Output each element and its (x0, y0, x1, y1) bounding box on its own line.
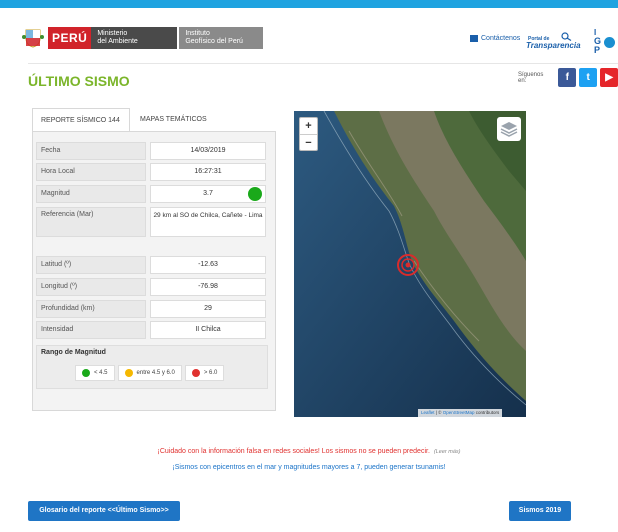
map-attribution: Leaflet | © OpenStreetMap contributors (418, 409, 503, 417)
intensidad-label: Intensidad (36, 321, 146, 339)
green-dot-icon (82, 369, 90, 377)
yellow-dot-icon (124, 369, 133, 377)
glosario-button[interactable]: Glosario del reporte <<Último Sismo>> (28, 501, 180, 521)
magnitude-legend: < 4.5 entre 4.5 y 6.0 > 6.0 (75, 365, 227, 381)
government-logo[interactable]: PERÚ Ministerio del Ambiente Instituto G… (22, 27, 264, 49)
epicenter-marker-core (405, 262, 411, 268)
twitter-icon[interactable]: t (579, 68, 598, 87)
legend-item-mid: entre 4.5 y 6.0 (117, 365, 182, 381)
map-zoom-control: + − (299, 117, 318, 151)
fecha-label: Fecha (36, 142, 146, 160)
legend-mid-label: entre 4.5 y 6.0 (136, 370, 175, 376)
contact-label: Contáctenos (481, 35, 521, 42)
tab-reporte-sismico[interactable]: REPORTE SÍSMICO 144 (32, 108, 130, 132)
legend-low-label: < 4.5 (94, 370, 108, 376)
attribution-separator: | © (434, 410, 443, 415)
red-dot-icon (191, 369, 200, 377)
map-graphic (294, 111, 526, 417)
magnitude-range: Rango de Magnitud < 4.5 entre 4.5 y 6.0 … (36, 345, 268, 389)
site-header: PERÚ Ministerio del Ambiente Instituto G… (0, 8, 618, 63)
intensidad-value: II Chilca (150, 321, 266, 339)
zoom-in-button[interactable]: + (300, 118, 317, 134)
magnitude-color-icon (248, 187, 262, 201)
fecha-value: 14/03/2019 (150, 142, 266, 160)
hora-label: Hora Local (36, 163, 146, 181)
latitud-value: -12.63 (150, 256, 266, 274)
globe-icon (604, 37, 615, 48)
legend-high-label: > 6.0 (203, 370, 218, 376)
institute-line-1: Instituto (185, 30, 210, 37)
igp-letter-p: P (594, 45, 601, 55)
hora-value: 16:27:31 (150, 163, 266, 181)
ministry-label: Ministerio del Ambiente (91, 27, 178, 49)
contact-link[interactable]: Contáctenos (470, 35, 520, 42)
profundidad-value: 29 (150, 300, 266, 318)
tab-mapas-tematicos[interactable]: MAPAS TEMÁTICOS (130, 108, 220, 132)
warning-text: ¡Cuidado con la información falsa en red… (157, 448, 430, 455)
social-links: Síguenos en: f t ▶ (518, 68, 618, 87)
report-tabs: REPORTE SÍSMICO 144 MAPAS TEMÁTICOS (32, 108, 220, 132)
peru-label: PERÚ (48, 27, 92, 49)
leaflet-link[interactable]: Leaflet (421, 410, 435, 415)
header-divider (28, 63, 618, 64)
top-accent-bar (0, 0, 618, 8)
envelope-icon (470, 35, 478, 42)
epicenter-map[interactable] (294, 111, 526, 417)
transparency-portal-link[interactable]: Portal de Transparencia (526, 30, 581, 52)
attribution-end: contributors (474, 410, 500, 415)
social-label: Síguenos en: (518, 71, 544, 84)
read-more-link[interactable]: (Leer más) (434, 449, 461, 455)
longitud-value: -76.98 (150, 278, 266, 296)
profundidad-label: Profundidad (km) (36, 300, 146, 318)
igp-logo[interactable]: I G P (594, 28, 618, 55)
legend-item-high: > 6.0 (184, 365, 225, 381)
ministry-line-1: Ministerio (97, 30, 128, 37)
institute-line-2: Geofísico del Perú (185, 38, 243, 45)
legend-item-low: < 4.5 (75, 365, 115, 381)
facebook-icon[interactable]: f (558, 68, 577, 87)
ministry-line-2: del Ambiente (97, 38, 138, 45)
page: PERÚ Ministerio del Ambiente Instituto G… (0, 0, 618, 532)
latitud-label: Latitud (º) (36, 256, 146, 274)
referencia-label: Referencia (Mar) (36, 207, 146, 237)
institute-label: Instituto Geofísico del Perú (179, 27, 264, 49)
tsunami-notice: ¡Sismos con epicentros en el mar y magni… (172, 464, 446, 471)
zoom-out-button[interactable]: − (300, 134, 317, 150)
magnifier-icon (561, 32, 572, 41)
layers-icon[interactable] (497, 117, 521, 141)
transparency-bottom: Transparencia (526, 41, 581, 50)
osm-link[interactable]: OpenStreetMap (443, 410, 475, 415)
page-title: ÚLTIMO SISMO (28, 73, 130, 89)
youtube-icon[interactable]: ▶ (600, 68, 618, 87)
referencia-value: 29 km al SO de Chilca, Cañete - Lima (150, 207, 266, 237)
longitud-label: Longitud (º) (36, 278, 146, 296)
fake-news-warning: ¡Cuidado con la información falsa en red… (0, 448, 618, 455)
sismos-2019-button[interactable]: Sismos 2019 (509, 501, 571, 521)
coat-of-arms-icon (22, 27, 44, 49)
magnitud-label: Magnitud (36, 185, 146, 203)
magnitude-range-title: Rango de Magnitud (41, 349, 106, 356)
